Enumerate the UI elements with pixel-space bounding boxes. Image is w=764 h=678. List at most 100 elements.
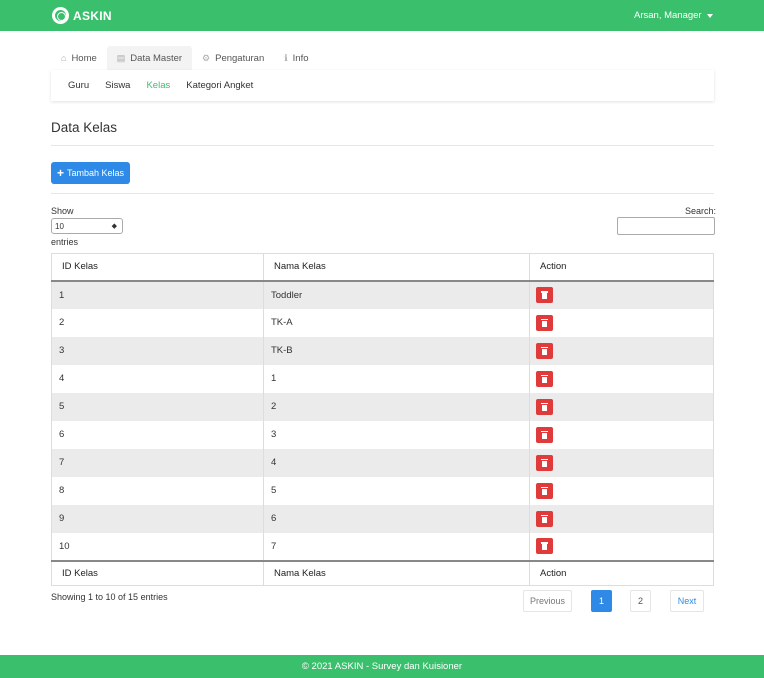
nav-tab-label: Home <box>71 52 97 64</box>
trash-icon <box>541 346 548 355</box>
table-row: 10 7 <box>51 532 714 561</box>
entries-per-page-value: 10 <box>55 221 64 231</box>
cell-name: 4 <box>263 448 530 477</box>
cell-id: 1 <box>51 280 264 309</box>
table-info: Showing 1 to 10 of 15 entries <box>51 592 168 602</box>
delete-button[interactable] <box>536 510 553 527</box>
subnav-item-siswa[interactable]: Siswa <box>105 80 130 91</box>
trash-icon <box>541 318 548 327</box>
footer-header-id: ID Kelas <box>51 559 264 586</box>
user-menu-dropdown[interactable]: Arsan, Manager <box>634 10 713 21</box>
entries-per-page-select[interactable]: 10 ◆ <box>51 218 123 234</box>
subnav-item-kelas[interactable]: Kelas <box>146 80 170 91</box>
user-menu-label: Arsan, Manager <box>634 10 702 21</box>
brand-logo[interactable]: ASKIN <box>52 7 112 24</box>
column-header-name[interactable]: Nama Kelas <box>263 253 530 282</box>
table-row: 2 TK-A <box>51 308 714 337</box>
top-navbar: ASKIN Arsan, Manager <box>0 0 764 31</box>
table-row: 85 <box>51 476 714 505</box>
divider <box>51 145 714 146</box>
table-row: 74 <box>51 448 714 477</box>
table-row: 3 TK-B <box>51 336 714 365</box>
delete-button[interactable] <box>536 314 553 331</box>
table-row: 63 <box>51 420 714 449</box>
cell-id: 4 <box>51 364 264 393</box>
cell-action <box>529 280 714 309</box>
page-title: Data Kelas <box>51 120 118 135</box>
delete-button[interactable] <box>536 287 553 303</box>
page-1-button[interactable]: 1 <box>591 590 612 612</box>
previous-page-button[interactable]: Previous <box>523 590 572 612</box>
delete-button[interactable] <box>536 482 553 499</box>
entries-label: entries <box>51 237 79 247</box>
delete-button[interactable] <box>536 342 553 359</box>
caret-down-icon <box>706 13 713 18</box>
cell-action <box>529 336 714 365</box>
table-row: 41 <box>51 364 714 393</box>
add-class-button-label: Tambah Kelas <box>66 168 125 178</box>
cell-name: Toddler <box>263 280 530 309</box>
search-label: Search: <box>685 206 717 216</box>
cell-id: 5 <box>51 392 264 421</box>
nav-tab-pengaturan[interactable]: ⚙ Pengaturan <box>192 46 274 70</box>
nav-tab-label: Data Master <box>130 52 183 64</box>
trash-icon <box>541 514 548 523</box>
cell-name: 3 <box>263 420 530 449</box>
cell-id: 2 <box>51 308 264 337</box>
page-2-button[interactable]: 2 <box>630 590 651 612</box>
cell-action <box>529 476 714 505</box>
delete-button[interactable] <box>536 398 553 415</box>
add-class-button[interactable]: + Tambah Kelas <box>51 162 130 184</box>
cell-action <box>529 448 714 477</box>
delete-button[interactable] <box>536 370 553 387</box>
cell-id: 10 <box>51 532 264 561</box>
trash-icon <box>541 291 548 299</box>
select-arrows-icon: ◆ <box>111 222 117 230</box>
info-icon: ℹ <box>284 52 288 63</box>
cell-name: 6 <box>263 504 530 533</box>
column-header-action: Action <box>529 253 714 282</box>
gears-icon: ⚙ <box>202 52 211 63</box>
cell-name: 5 <box>263 476 530 505</box>
nav-tab-label: Pengaturan <box>215 52 265 64</box>
delete-button[interactable] <box>536 426 553 443</box>
nav-tab-home[interactable]: ⌂ Home <box>51 46 107 70</box>
nav-tab-label: Info <box>292 52 309 64</box>
cell-name: TK-A <box>263 308 530 337</box>
table-row: 52 <box>51 392 714 421</box>
delete-button[interactable] <box>536 454 553 471</box>
cell-action <box>529 532 714 561</box>
subnav-item-kategori-angket[interactable]: Kategori Angket <box>186 80 253 91</box>
search-input[interactable] <box>617 217 715 235</box>
trash-icon <box>541 542 548 550</box>
cell-id: 6 <box>51 420 264 449</box>
list-icon: ▤ <box>116 52 126 63</box>
table-row: 96 <box>51 504 714 533</box>
cell-name: 7 <box>263 532 530 561</box>
column-header-id[interactable]: ID Kelas <box>51 253 264 282</box>
trash-icon <box>541 486 548 495</box>
home-icon: ⌂ <box>61 53 67 63</box>
subnav-item-guru[interactable]: Guru <box>68 80 89 91</box>
cell-id: 7 <box>51 448 264 477</box>
cell-name: 2 <box>263 392 530 421</box>
trash-icon <box>541 430 548 439</box>
main-nav: ⌂ Home ▤ Data Master ⚙ Pengaturan ℹ Info <box>51 46 319 70</box>
cell-action <box>529 420 714 449</box>
show-label: Show <box>51 206 74 216</box>
cell-action <box>529 392 714 421</box>
cell-action <box>529 364 714 393</box>
divider <box>51 193 714 194</box>
nav-tab-info[interactable]: ℹ Info <box>274 46 318 70</box>
cell-name: TK-B <box>263 336 530 365</box>
cell-id: 8 <box>51 476 264 505</box>
trash-icon <box>541 458 548 467</box>
delete-button[interactable] <box>536 538 553 554</box>
plus-icon: + <box>56 166 64 180</box>
next-page-button[interactable]: Next <box>670 590 704 612</box>
nav-tab-data-master[interactable]: ▤ Data Master <box>106 46 193 70</box>
cell-id: 9 <box>51 504 264 533</box>
askin-logo-icon <box>52 7 69 24</box>
footer-header-action: Action <box>529 559 714 586</box>
footer-header-name: Nama Kelas <box>263 559 530 586</box>
